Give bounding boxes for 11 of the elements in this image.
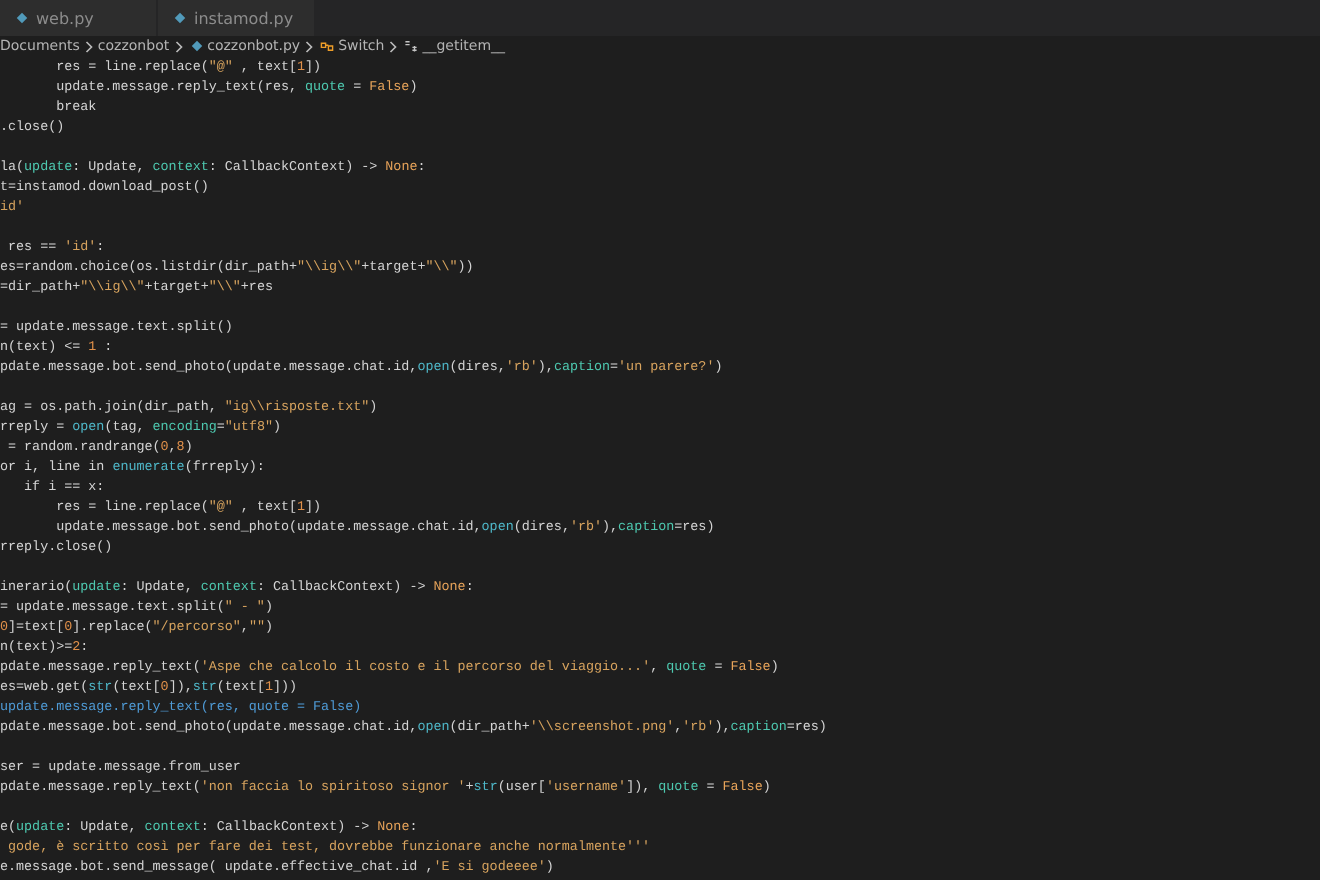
file-tab[interactable]: web.py [0,0,158,36]
class-icon [320,40,335,52]
chevron-icon [83,39,94,53]
file-tab[interactable]: instamod.py [158,0,316,36]
field-icon [404,40,419,52]
chevron-icon [388,39,399,53]
chevron-icon [173,39,184,53]
chevron-icon [304,39,315,53]
python-file-icon [16,12,28,24]
python-file-icon [189,40,204,52]
python-file-icon [174,12,186,24]
